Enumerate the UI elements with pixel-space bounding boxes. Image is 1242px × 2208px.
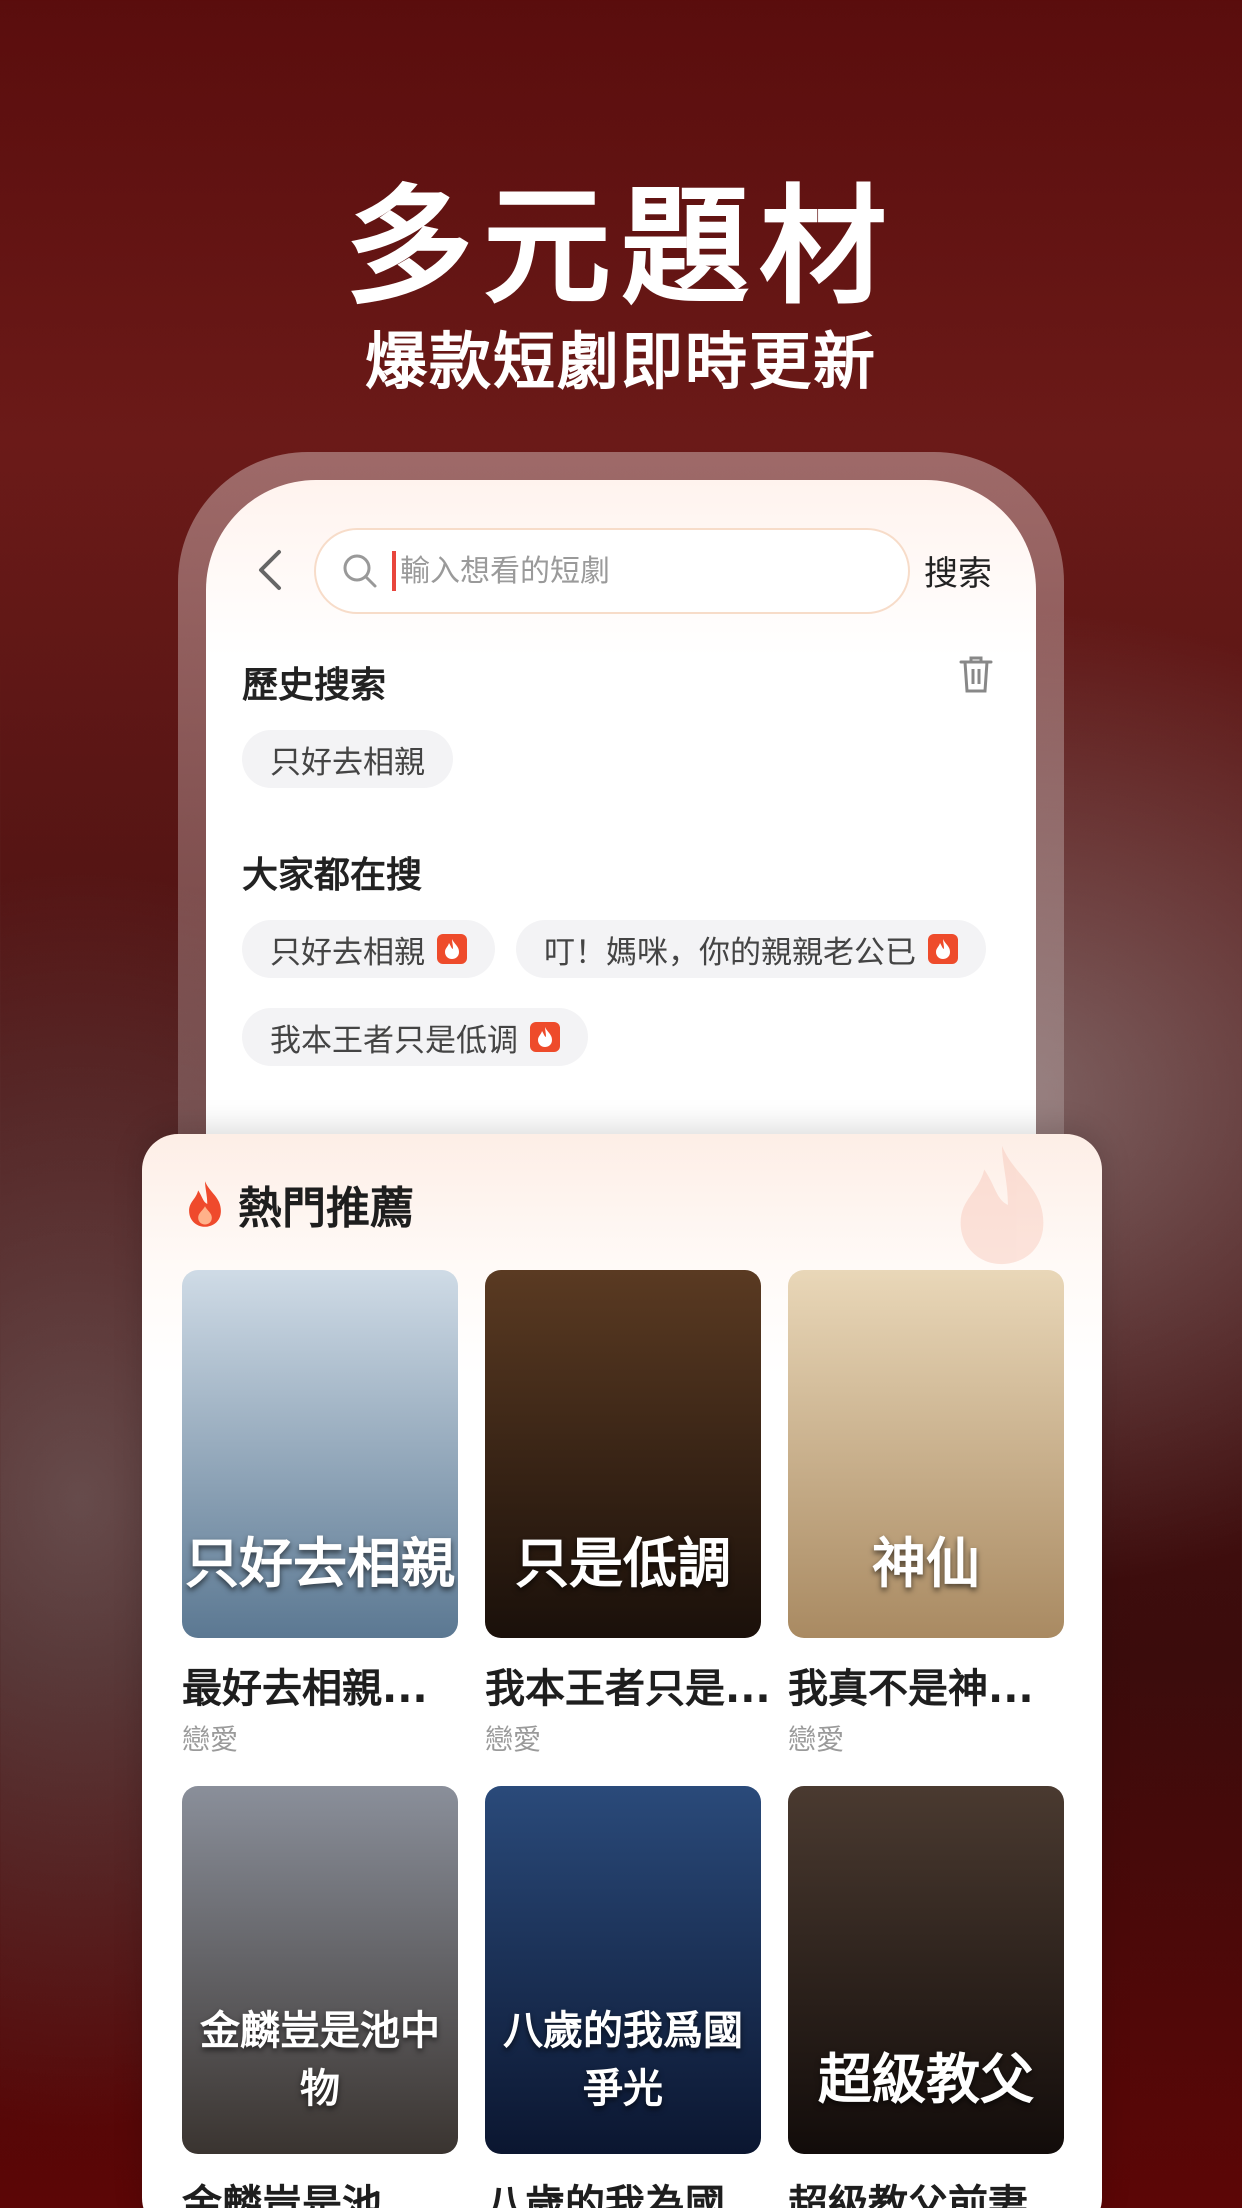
flame-decoration-icon — [960, 1145, 1044, 1265]
search-button[interactable]: 搜索 — [924, 546, 992, 595]
poster-title-art: 八歲的我爲國爭光 — [503, 2007, 743, 2112]
recommend-card: 熱門推薦 只好去相親最好去相親... 戀愛 只是低調我本王者只是... 戀愛 神仙我真不… — [142, 1134, 1102, 2208]
recommend-header: 熱門推薦 — [182, 1172, 414, 1236]
drama-title[interactable]: 金麟豈是池... — [182, 2172, 472, 2208]
drama-poster[interactable]: 金麟豈是池中物 — [182, 1786, 458, 2154]
back-button[interactable] — [250, 540, 290, 600]
chevron-left-icon — [259, 550, 281, 590]
drama-poster[interactable]: 只是低調 — [485, 1270, 761, 1638]
recommend-title: 熱門推薦 — [238, 1183, 414, 1234]
trending-chip[interactable]: 叮！媽咪，你的親親老公已 — [516, 920, 986, 978]
search-box[interactable] — [314, 528, 910, 614]
drama-genre: 戀愛 — [788, 1723, 845, 1756]
trending-chip-label: 叮！媽咪，你的親親老公已 — [544, 934, 916, 971]
search-input[interactable] — [400, 553, 880, 589]
text-caret — [392, 551, 396, 591]
drama-poster[interactable]: 八歲的我爲國爭光 — [485, 1786, 761, 2154]
drama-title[interactable]: 八歲的我為國... — [485, 2172, 775, 2208]
history-title: 歷史搜索 — [242, 665, 387, 706]
trending-chip-label: 我本王者只是低调 — [270, 1022, 518, 1059]
poster-title-art: 超級教父 — [818, 2047, 1034, 2111]
trash-icon — [959, 656, 993, 693]
drama-poster[interactable]: 神仙 — [788, 1270, 1064, 1638]
hot-icon — [437, 934, 467, 964]
drama-poster[interactable]: 只好去相親 — [182, 1270, 458, 1638]
trending-chip[interactable]: 我本王者只是低调 — [242, 1008, 588, 1066]
drama-genre: 戀愛 — [485, 1723, 542, 1756]
clear-history-button[interactable] — [958, 654, 994, 698]
drama-title[interactable]: 最好去相親... — [182, 1656, 472, 1714]
poster-title-art: 金麟豈是池中物 — [200, 2007, 440, 2112]
trending-chip[interactable]: 只好去相親 — [242, 920, 495, 978]
poster-title-art: 只好去相親 — [185, 1531, 455, 1595]
poster-title-art: 神仙 — [872, 1531, 980, 1595]
flame-icon — [189, 1181, 221, 1227]
trending-chip-label: 只好去相親 — [270, 934, 425, 971]
history-chip[interactable]: 只好去相親 — [242, 730, 453, 788]
drama-title[interactable]: 我本王者只是... — [485, 1656, 775, 1714]
search-icon — [343, 554, 377, 588]
drama-poster[interactable]: 超級教父 — [788, 1786, 1064, 2154]
drama-title[interactable]: 超級教父前妻... — [788, 2172, 1078, 2208]
poster-title-art: 只是低調 — [515, 1531, 731, 1595]
promo-subline: 爆款短劇即時更新 — [364, 325, 877, 398]
drama-title[interactable]: 我真不是神... — [788, 1656, 1078, 1714]
hot-icon — [928, 934, 958, 964]
promo-headline: 多元題材 — [344, 173, 897, 322]
hot-icon — [530, 1022, 560, 1052]
drama-genre: 戀愛 — [182, 1723, 239, 1756]
history-chip-label: 只好去相親 — [270, 744, 425, 781]
trending-title: 大家都在搜 — [242, 855, 423, 896]
